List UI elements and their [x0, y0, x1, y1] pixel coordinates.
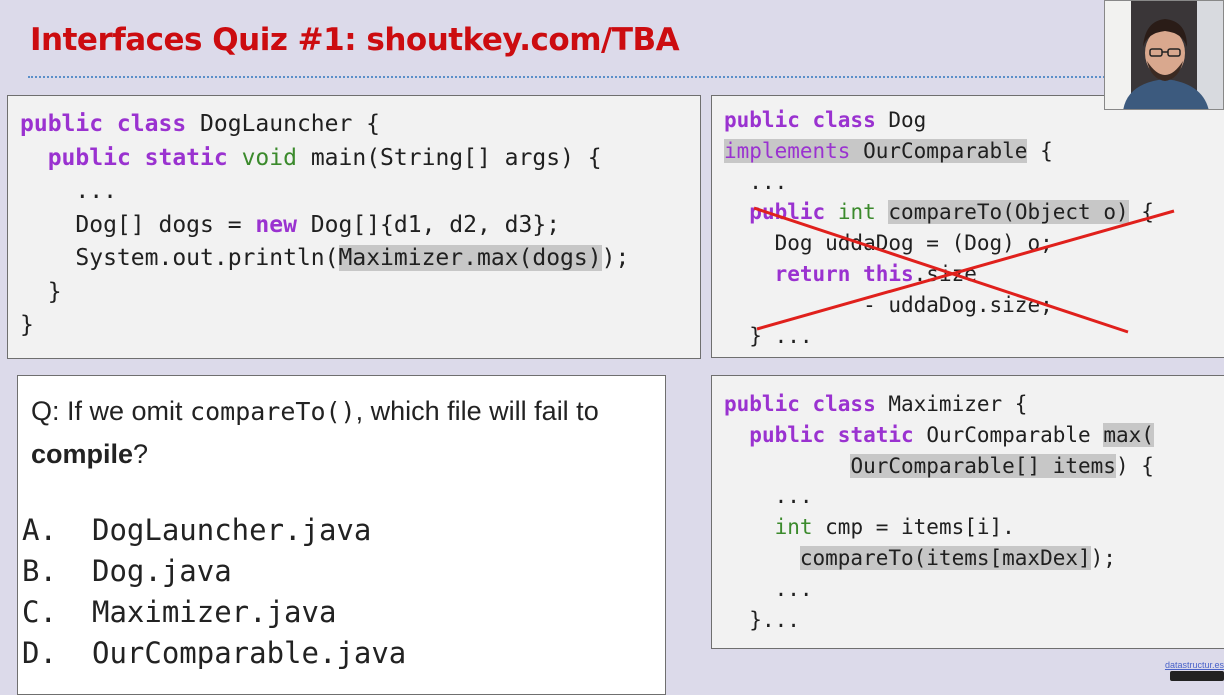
code-text: Maximizer { — [875, 392, 1028, 416]
doglauncher-code-box: public class DogLauncher { public static… — [7, 95, 701, 359]
question-box: Q: If we omit compareTo(), which file wi… — [17, 375, 666, 695]
dog-code-box: public class Dog implements OurComparabl… — [711, 95, 1224, 358]
strikethrough-x-icon — [753, 206, 1175, 334]
choice-letter: A. — [22, 513, 57, 547]
question-suffix: ? — [133, 439, 149, 469]
slide-title: Interfaces Quiz #1: shoutkey.com/TBA — [30, 22, 680, 58]
choice-text: OurComparable.java — [92, 636, 407, 670]
code-highlight: OurComparable[] items — [850, 453, 1116, 478]
maximizer-code-box: public class Maximizer { public static O… — [711, 375, 1224, 649]
answer-choices: A. DogLauncher.java B. Dog.java C. Maximize… — [22, 510, 406, 674]
choice-letter: C. — [22, 595, 57, 629]
code-text: System.out.println( — [75, 245, 339, 271]
presenter-webcam — [1104, 0, 1224, 110]
code-type: int — [774, 515, 813, 540]
code-text: main(String[] args) { — [296, 144, 602, 171]
code-text: ); — [601, 245, 630, 271]
question-middle: , which file will fail to — [355, 396, 599, 426]
question-code: compareTo() — [190, 397, 356, 426]
code-text: cmp = items[i]. — [812, 515, 1015, 540]
code-text: }... — [749, 607, 800, 632]
code-text: OurComparable — [913, 422, 1104, 447]
code-text: ... — [774, 484, 813, 509]
maximizer-code: public class Maximizer { public static O… — [724, 389, 1154, 635]
choice-text: Maximizer.java — [92, 595, 337, 629]
question-bold: compile — [31, 439, 134, 469]
code-text: Dog[] dogs = — [75, 211, 256, 238]
choice-text: Dog.java — [92, 554, 232, 588]
code-type: void — [241, 144, 297, 171]
answer-choice-d[interactable]: D. OurComparable.java — [22, 633, 406, 674]
code-text: } — [20, 312, 34, 338]
code-highlight: Maximizer.max(dogs) — [338, 245, 602, 271]
choice-letter: D. — [22, 636, 57, 670]
title-divider — [28, 76, 1108, 78]
code-keyword: public static — [749, 422, 914, 447]
presenter-avatar-icon — [1105, 1, 1223, 109]
answer-choice-b[interactable]: B. Dog.java — [22, 551, 406, 592]
choice-letter: B. — [22, 554, 57, 588]
code-text: Dog[]{d1, d2, d3}; — [296, 211, 561, 238]
doglauncher-code: public class DogLauncher { public static… — [20, 108, 629, 343]
code-keyword: public class — [724, 392, 876, 416]
code-text: ... — [75, 178, 117, 204]
code-keyword: new — [255, 211, 297, 238]
code-text: ) { — [1115, 453, 1154, 478]
choice-text: DogLauncher.java — [92, 513, 372, 547]
question-text: Q: If we omit compareTo(), which file wi… — [31, 390, 651, 475]
code-text: } — [47, 278, 62, 305]
answer-choice-a[interactable]: A. DogLauncher.java — [22, 510, 406, 551]
code-highlight: compareTo(items[maxDex] — [799, 545, 1091, 570]
code-text: ); — [1090, 545, 1116, 570]
code-text: ... — [774, 576, 813, 601]
answer-choice-c[interactable]: C. Maximizer.java — [22, 592, 406, 633]
footer-link[interactable]: datastructur.es — [1165, 660, 1224, 670]
code-text: DogLauncher { — [186, 111, 381, 137]
code-keyword: public class — [20, 111, 187, 137]
code-highlight: max( — [1103, 422, 1154, 447]
question-prefix: Q: If we omit — [31, 396, 191, 426]
code-keyword: public static — [47, 144, 228, 171]
